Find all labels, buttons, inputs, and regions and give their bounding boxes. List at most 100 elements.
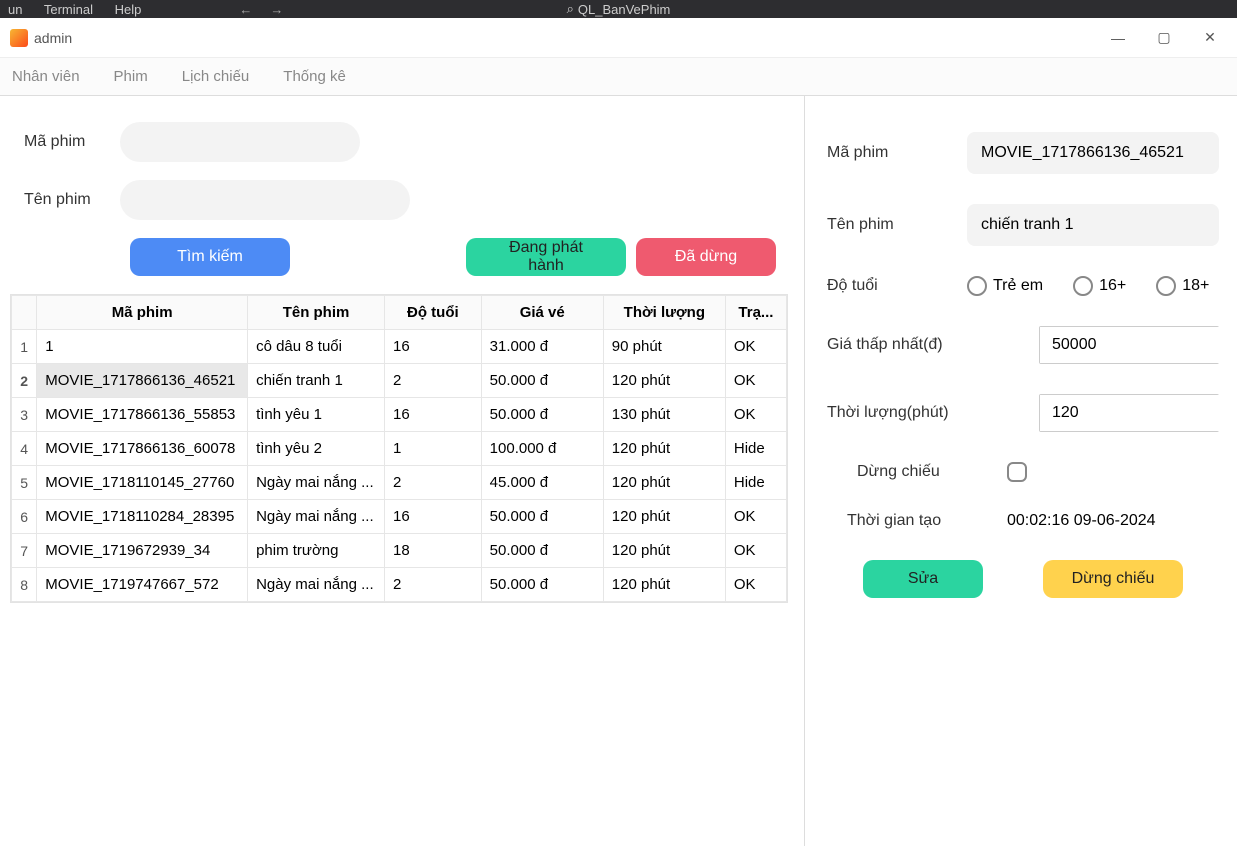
- cell-status[interactable]: OK: [725, 500, 786, 534]
- table-row[interactable]: 6MOVIE_1718110284_28395Ngày mai nắng ...…: [12, 500, 787, 534]
- cell-id[interactable]: MOVIE_1719672939_34: [37, 534, 248, 568]
- col-header-id[interactable]: Mã phim: [37, 296, 248, 330]
- duration-input[interactable]: [1040, 395, 1237, 431]
- cell-name[interactable]: Ngày mai nắng ...: [248, 568, 385, 602]
- cell-id[interactable]: MOVIE_1717866136_60078: [37, 432, 248, 466]
- cell-status[interactable]: Hide: [725, 466, 786, 500]
- app-icon: [10, 29, 28, 47]
- cell-name[interactable]: cô dâu 8 tuổi: [248, 330, 385, 364]
- detail-name-input[interactable]: chiến tranh 1: [967, 204, 1219, 246]
- cell-id[interactable]: 1: [37, 330, 248, 364]
- cell-status[interactable]: OK: [725, 330, 786, 364]
- ide-project-name[interactable]: QL_BanVePhim: [578, 2, 671, 17]
- cell-duration[interactable]: 90 phút: [603, 330, 725, 364]
- cell-duration[interactable]: 120 phút: [603, 568, 725, 602]
- cell-id[interactable]: MOVIE_1718110145_27760: [37, 466, 248, 500]
- movies-table[interactable]: Mã phim Tên phim Độ tuổi Giá vé Thời lượ…: [10, 294, 788, 603]
- cell-age[interactable]: 16: [385, 330, 482, 364]
- search-button[interactable]: Tìm kiếm: [130, 238, 290, 276]
- cell-duration[interactable]: 120 phút: [603, 500, 725, 534]
- cell-price[interactable]: 45.000 đ: [481, 466, 603, 500]
- col-header-duration[interactable]: Thời lượng: [603, 296, 725, 330]
- detail-age-label: Độ tuổi: [827, 277, 967, 295]
- price-input[interactable]: [1040, 327, 1237, 363]
- row-number: 4: [12, 432, 37, 466]
- col-header-age[interactable]: Độ tuổi: [385, 296, 482, 330]
- filter-id-input[interactable]: [120, 122, 360, 162]
- cell-name[interactable]: Ngày mai nắng ...: [248, 466, 385, 500]
- cell-duration[interactable]: 120 phút: [603, 534, 725, 568]
- cell-duration[interactable]: 120 phút: [603, 364, 725, 398]
- cell-price[interactable]: 100.000 đ: [481, 432, 603, 466]
- age-radio-child[interactable]: Trẻ em: [967, 276, 1043, 296]
- ide-menu-item[interactable]: un: [8, 2, 22, 17]
- cell-status[interactable]: OK: [725, 364, 786, 398]
- nav-forward-icon[interactable]: →: [270, 2, 283, 17]
- cell-status[interactable]: Hide: [725, 432, 786, 466]
- cell-name[interactable]: phim trường: [248, 534, 385, 568]
- cell-age[interactable]: 2: [385, 364, 482, 398]
- age-radio-16[interactable]: 16+: [1073, 276, 1126, 296]
- table-row[interactable]: 11cô dâu 8 tuổi1631.000 đ90 phútOK: [12, 330, 787, 364]
- cell-name[interactable]: tình yêu 2: [248, 432, 385, 466]
- table-row[interactable]: 4MOVIE_1717866136_60078tình yêu 21100.00…: [12, 432, 787, 466]
- cell-duration[interactable]: 130 phút: [603, 398, 725, 432]
- cell-age[interactable]: 18: [385, 534, 482, 568]
- radio-label: 16+: [1099, 277, 1126, 295]
- cell-price[interactable]: 50.000 đ: [481, 364, 603, 398]
- window-close-button[interactable]: ✕: [1187, 22, 1233, 54]
- menu-tab-movies[interactable]: Phim: [114, 68, 148, 85]
- table-row[interactable]: 7MOVIE_1719672939_34phim trường1850.000 …: [12, 534, 787, 568]
- table-row[interactable]: 3MOVIE_1717866136_55853tình yêu 11650.00…: [12, 398, 787, 432]
- cell-name[interactable]: Ngày mai nắng ...: [248, 500, 385, 534]
- window-maximize-button[interactable]: ▢: [1141, 22, 1187, 54]
- cell-status[interactable]: OK: [725, 534, 786, 568]
- cell-id[interactable]: MOVIE_1718110284_28395: [37, 500, 248, 534]
- edit-button[interactable]: Sửa: [863, 560, 983, 598]
- cell-status[interactable]: OK: [725, 568, 786, 602]
- cell-status[interactable]: OK: [725, 398, 786, 432]
- cell-name[interactable]: chiến tranh 1: [248, 364, 385, 398]
- stop-button[interactable]: Dừng chiếu: [1043, 560, 1183, 598]
- cell-duration[interactable]: 120 phút: [603, 432, 725, 466]
- age-radio-18[interactable]: 18+: [1156, 276, 1209, 296]
- table-row[interactable]: 8MOVIE_1719747667_572Ngày mai nắng ...25…: [12, 568, 787, 602]
- cell-price[interactable]: 31.000 đ: [481, 330, 603, 364]
- filter-stopped-button[interactable]: Đã dừng: [636, 238, 776, 276]
- menu-tab-staff[interactable]: Nhân viên: [12, 68, 80, 85]
- cell-name[interactable]: tình yêu 1: [248, 398, 385, 432]
- cell-age[interactable]: 2: [385, 466, 482, 500]
- nav-back-icon[interactable]: ←: [239, 2, 252, 17]
- col-header-price[interactable]: Giá vé: [481, 296, 603, 330]
- cell-price[interactable]: 50.000 đ: [481, 568, 603, 602]
- detail-created-value: 00:02:16 09-06-2024: [1007, 512, 1156, 530]
- col-header-status[interactable]: Trạ...: [725, 296, 786, 330]
- price-stepper[interactable]: ▲ ▼: [1039, 326, 1219, 364]
- menu-tab-schedule[interactable]: Lịch chiếu: [182, 68, 250, 85]
- detail-pane: Mã phim MOVIE_1717866136_46521 Tên phim …: [805, 96, 1237, 846]
- cell-duration[interactable]: 120 phút: [603, 466, 725, 500]
- cell-price[interactable]: 50.000 đ: [481, 500, 603, 534]
- row-number: 6: [12, 500, 37, 534]
- ide-menu-item[interactable]: Terminal: [44, 2, 93, 17]
- cell-price[interactable]: 50.000 đ: [481, 398, 603, 432]
- window-minimize-button[interactable]: —: [1095, 22, 1141, 54]
- filter-playing-button[interactable]: Đang phát hành: [466, 238, 626, 276]
- ide-menu-item[interactable]: Help: [115, 2, 142, 17]
- col-header-name[interactable]: Tên phim: [248, 296, 385, 330]
- cell-age[interactable]: 1: [385, 432, 482, 466]
- cell-id[interactable]: MOVIE_1719747667_572: [37, 568, 248, 602]
- filter-name-input[interactable]: [120, 180, 410, 220]
- table-row[interactable]: 5MOVIE_1718110145_27760Ngày mai nắng ...…: [12, 466, 787, 500]
- cell-age[interactable]: 16: [385, 398, 482, 432]
- cell-id[interactable]: MOVIE_1717866136_55853: [37, 398, 248, 432]
- cell-id[interactable]: MOVIE_1717866136_46521: [37, 364, 248, 398]
- cell-price[interactable]: 50.000 đ: [481, 534, 603, 568]
- menu-tab-stats[interactable]: Thống kê: [283, 68, 346, 85]
- detail-id-value[interactable]: MOVIE_1717866136_46521: [967, 132, 1219, 174]
- paused-checkbox[interactable]: [1007, 462, 1027, 482]
- cell-age[interactable]: 16: [385, 500, 482, 534]
- duration-stepper[interactable]: ▲ ▼: [1039, 394, 1219, 432]
- cell-age[interactable]: 2: [385, 568, 482, 602]
- table-row[interactable]: 2MOVIE_1717866136_46521chiến tranh 1250.…: [12, 364, 787, 398]
